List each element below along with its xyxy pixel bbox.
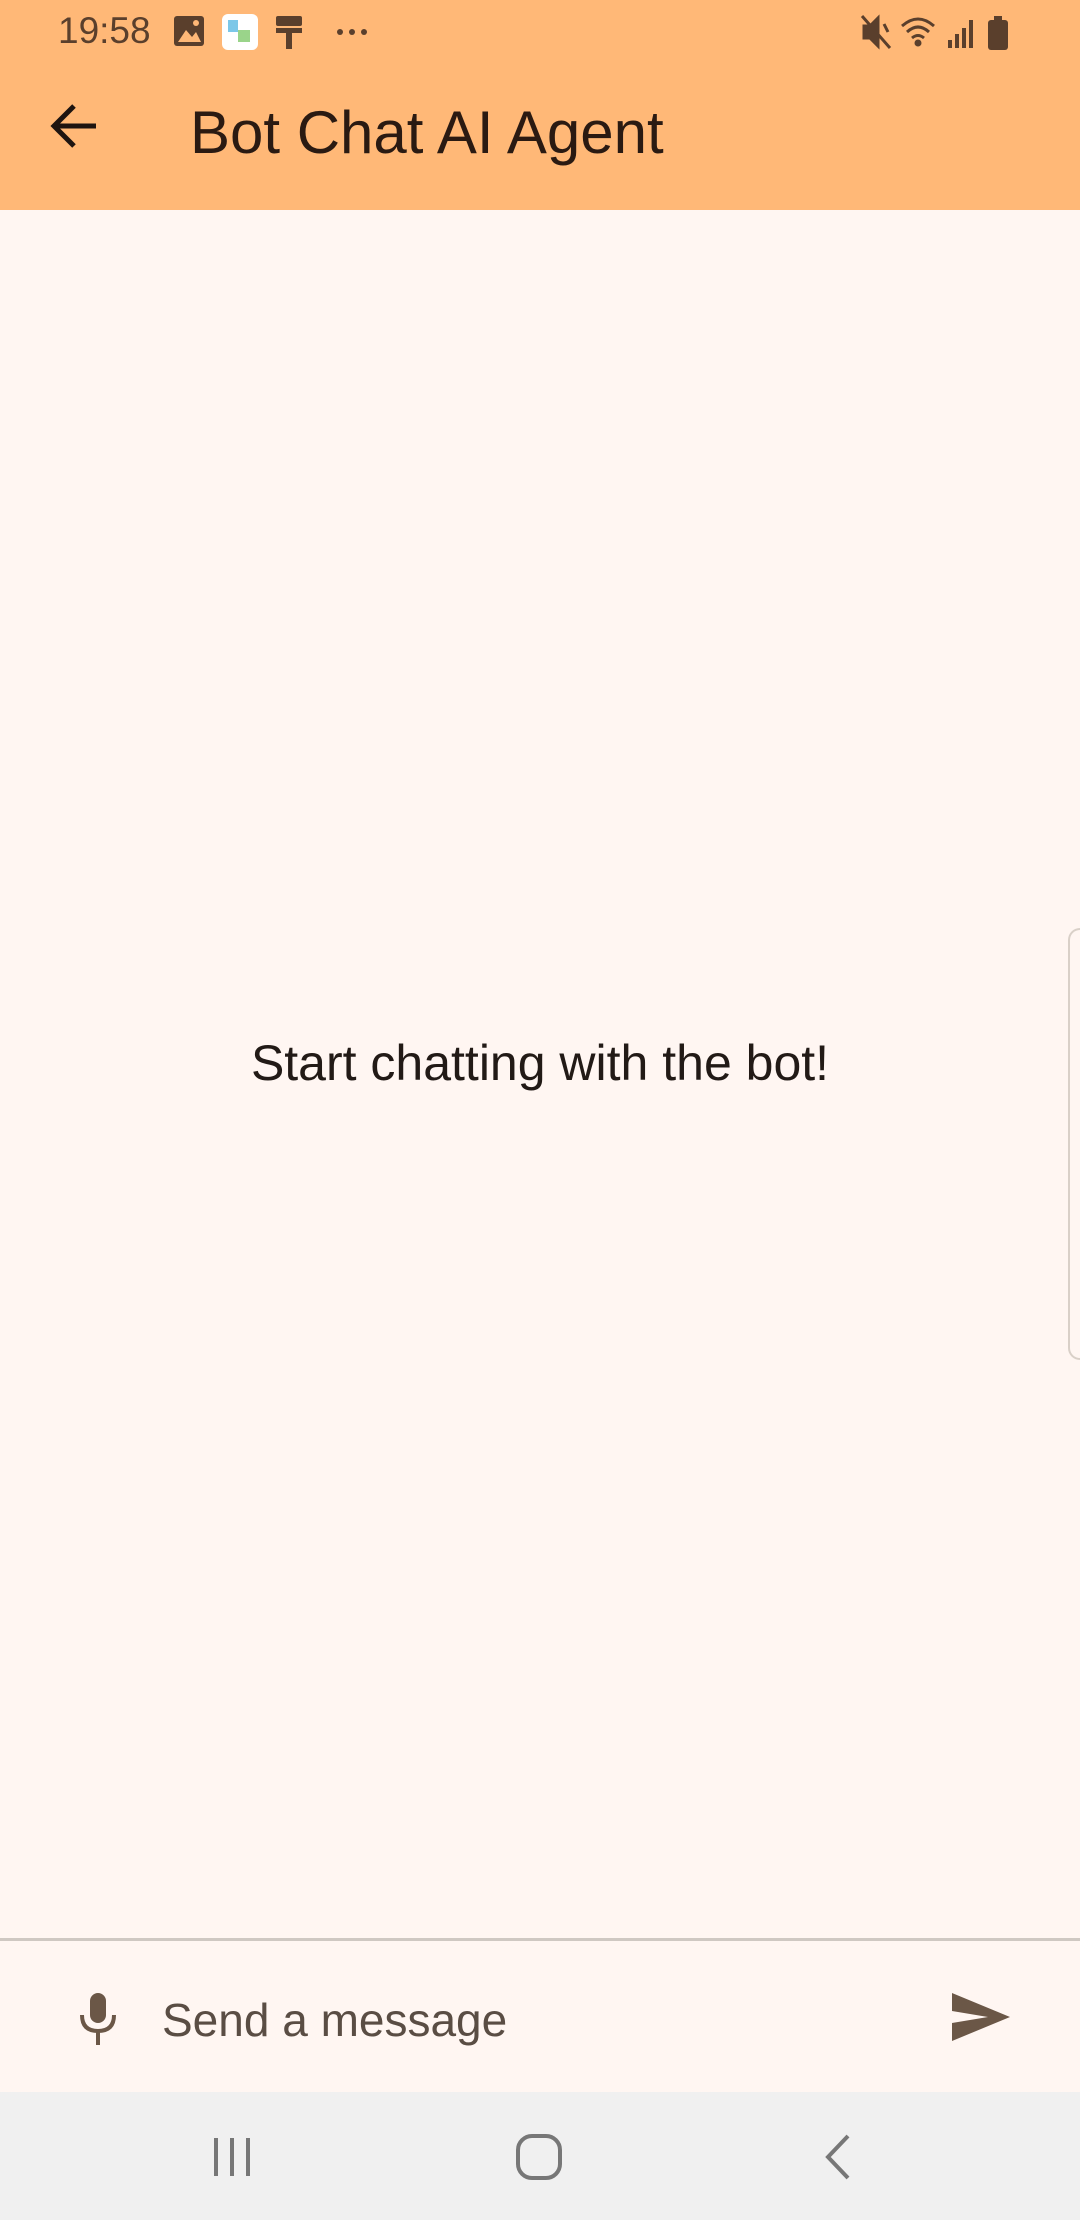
gallery-icon [174, 16, 204, 46]
status-bar: 19:58 [0, 0, 1080, 62]
microphone-icon[interactable] [72, 1991, 124, 2047]
message-composer [0, 1938, 1080, 2095]
status-right-icons [860, 14, 1008, 50]
back-icon[interactable] [818, 2130, 858, 2184]
vibrate-mute-icon [860, 14, 892, 50]
status-left-icons [174, 14, 367, 50]
wifi-icon [901, 17, 935, 47]
edge-panel-handle[interactable] [1068, 928, 1080, 1360]
battery-icon [988, 16, 1008, 50]
signal-icon [948, 20, 973, 48]
paint-roller-icon [276, 16, 302, 49]
home-icon[interactable] [510, 2130, 570, 2184]
app-notification-icon [222, 14, 258, 50]
empty-chat-message: Start chatting with the bot! [250, 1035, 830, 1091]
status-time: 19:58 [58, 10, 151, 51]
send-icon[interactable] [948, 1987, 1012, 2047]
page-title: Bot Chat AI Agent [190, 99, 664, 166]
arrow-back-icon[interactable] [44, 96, 104, 156]
message-input[interactable] [160, 1979, 924, 2061]
system-nav-bar [0, 2092, 1080, 2220]
more-notifications-icon [337, 29, 367, 35]
recent-apps-icon[interactable] [208, 2130, 258, 2184]
